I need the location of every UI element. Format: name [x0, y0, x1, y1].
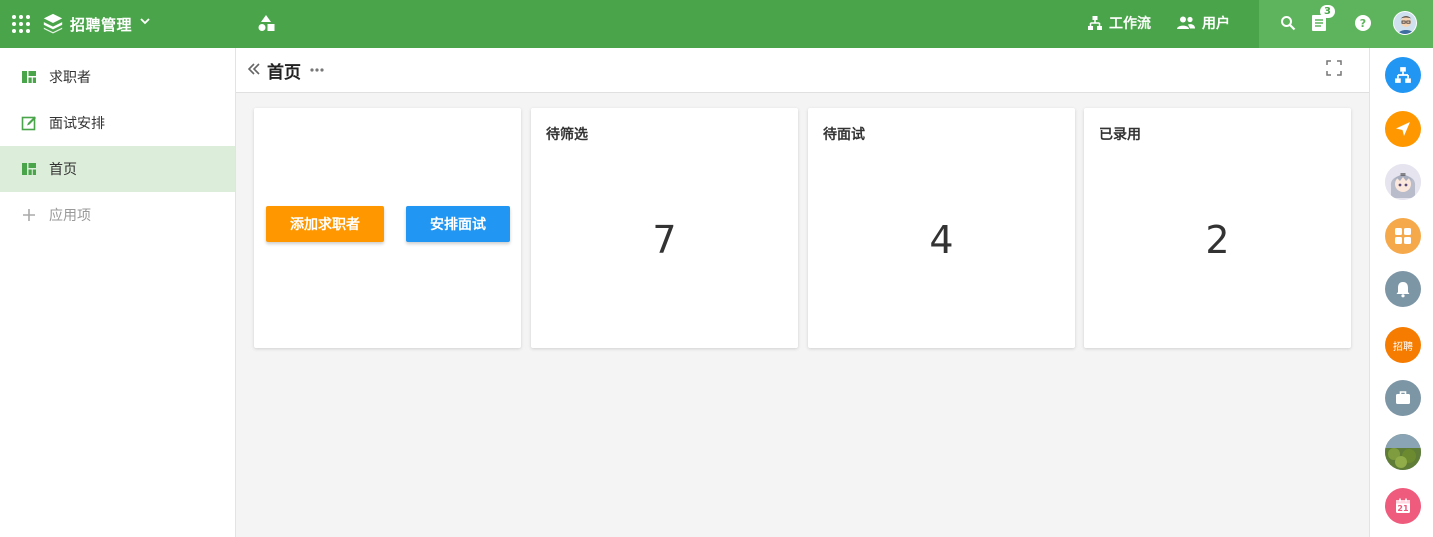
stat-value: 7 [652, 218, 677, 262]
sidebar-item-label: 首页 [49, 162, 77, 178]
dashboard-icon [21, 69, 37, 85]
stat-title: 已录用 [1099, 127, 1141, 143]
chevron-down-icon[interactable] [138, 14, 152, 28]
bell-icon[interactable] [1385, 271, 1421, 307]
shapes-icon[interactable] [256, 13, 276, 33]
briefcase-icon[interactable] [1385, 380, 1421, 416]
calendar-date: 21 [1397, 504, 1409, 513]
photo-avatar[interactable] [1385, 434, 1421, 470]
apps-icon[interactable] [1385, 218, 1421, 254]
content-header: 首页 [236, 48, 1369, 93]
workflow-link[interactable]: 工作流 [1087, 12, 1151, 34]
group-avatar[interactable]: 招聘 [1385, 327, 1421, 363]
sidebar-item-label: 求职者 [49, 70, 91, 86]
send-icon[interactable] [1385, 111, 1421, 147]
more-horizontal-icon[interactable] [309, 62, 325, 78]
stat-title: 待筛选 [546, 127, 588, 143]
double-chevron-left-icon[interactable] [246, 61, 262, 77]
app-grid-icon[interactable] [12, 15, 30, 33]
notification-badge: 3 [1320, 5, 1335, 18]
app-logo-icon [43, 13, 63, 34]
dashboard-icon [21, 161, 37, 177]
stat-value: 2 [1205, 218, 1230, 262]
workflow-icon [1088, 16, 1102, 30]
search-icon[interactable] [1277, 12, 1299, 34]
users-link[interactable]: 用户 [1176, 12, 1230, 34]
svg-text:?: ? [1360, 17, 1366, 30]
sidebar-item-label: 应用项 [49, 208, 91, 224]
user-avatar[interactable] [1385, 164, 1421, 200]
stat-card-interview[interactable]: 待面试 4 [808, 108, 1075, 348]
edit-note-icon [21, 115, 37, 131]
sidebar-item-label: 面试安排 [49, 116, 105, 132]
plus-icon [21, 207, 37, 223]
user-avatar[interactable] [1393, 11, 1417, 35]
page-title: 首页 [267, 63, 301, 83]
sidebar: 求职者 面试安排 首页 应用项 [0, 48, 236, 537]
top-bar: 招聘管理 工作流 用户 3 ? [0, 0, 1433, 48]
sidebar-item-home[interactable]: 首页 [0, 146, 235, 192]
schedule-interview-button[interactable]: 安排面试 [406, 206, 510, 242]
calendar-icon[interactable]: 21 [1385, 488, 1421, 524]
stat-title: 待面试 [823, 127, 865, 143]
group-avatar-label: 招聘 [1393, 341, 1413, 353]
app-name[interactable]: 招聘管理 [70, 14, 132, 35]
stat-card-screening[interactable]: 待筛选 7 [531, 108, 798, 348]
sidebar-item-add-app[interactable]: 应用项 [0, 192, 235, 238]
help-icon[interactable]: ? [1352, 12, 1374, 34]
stat-value: 4 [929, 218, 954, 262]
users-label: 用户 [1202, 16, 1230, 32]
workflow-icon[interactable] [1385, 57, 1421, 93]
sidebar-item-applicants[interactable]: 求职者 [0, 54, 235, 100]
people-icon [1177, 16, 1195, 29]
fullscreen-icon[interactable] [1326, 60, 1342, 76]
stat-card-hired[interactable]: 已录用 2 [1084, 108, 1351, 348]
sidebar-item-interviews[interactable]: 面试安排 [0, 100, 235, 146]
add-applicant-button[interactable]: 添加求职者 [266, 206, 384, 242]
workflow-label: 工作流 [1109, 16, 1151, 32]
